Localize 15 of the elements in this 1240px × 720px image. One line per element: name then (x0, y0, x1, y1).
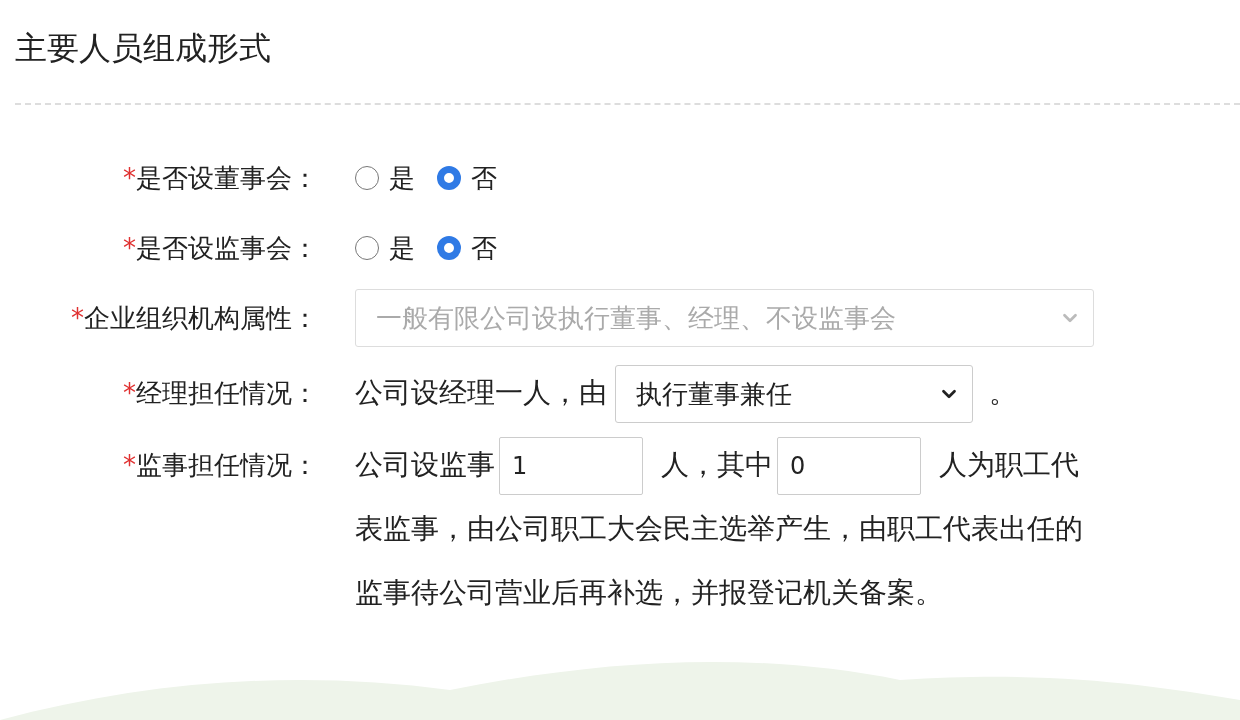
field-label: *企业组织机构属性： (70, 301, 318, 335)
field-label: *经理担任情况： (122, 377, 318, 410)
input-field[interactable]: 1 (499, 437, 643, 495)
input-field[interactable]: 0 (777, 437, 921, 495)
field-label: *是否设董事会： (122, 161, 318, 195)
option-label: 否 (471, 161, 497, 195)
select-field[interactable]: 执行董事兼任 (615, 365, 973, 423)
field-label: *是否设监事会： (122, 231, 318, 265)
field-label: *监事担任情况： (122, 449, 318, 482)
section-title: 主要人员组成形式 (15, 28, 272, 69)
sentence-text: 公司设经理一人，由 执行董事兼任 。 (355, 361, 1090, 425)
option-label: 是 (389, 161, 415, 195)
sentence-text: 公司设监事 1 人，其中 0 人为职工代表监事，由公司职工大会民主选举产生，由职工代表出任的监事待公司营业后再补选，并报登记机关备案。 (355, 433, 1090, 625)
option-label: 否 (471, 231, 497, 265)
option-label: 是 (389, 231, 415, 265)
